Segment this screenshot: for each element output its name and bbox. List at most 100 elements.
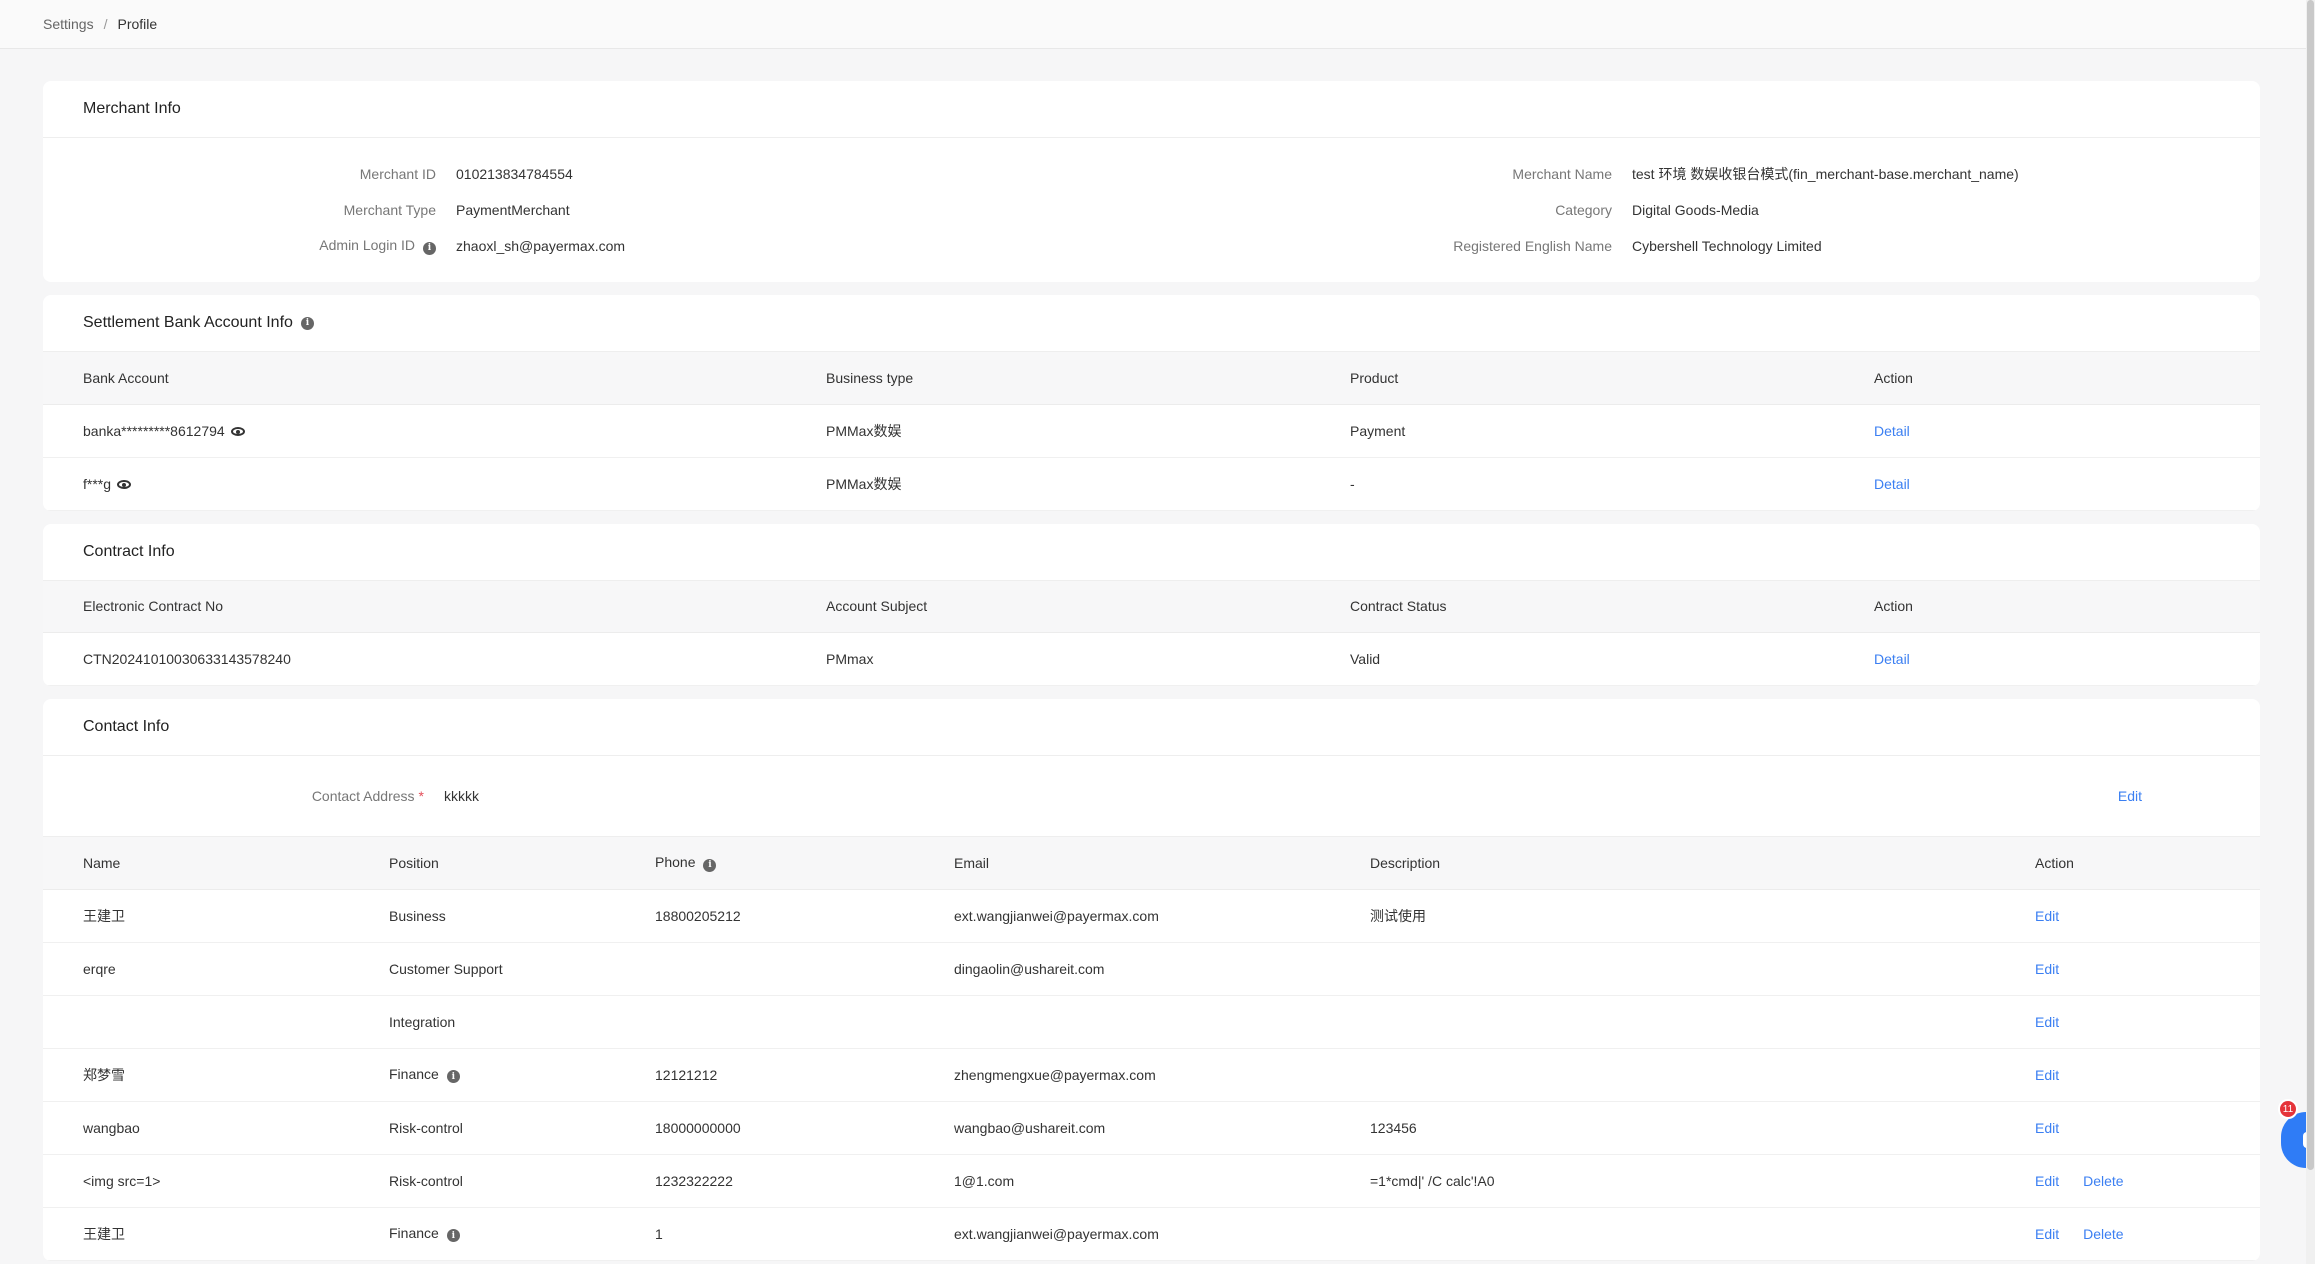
info-icon[interactable]: i [446, 1229, 460, 1243]
edit-link[interactable]: Edit [2035, 1226, 2059, 1242]
table-row: <img src=1> Risk-control 1232322222 1@1.… [43, 1154, 2260, 1208]
contact-name: wangbao [43, 1101, 389, 1155]
info-icon[interactable]: i [300, 316, 314, 330]
contact-phone [655, 942, 954, 996]
column-header: Electronic Contract No [43, 580, 826, 633]
contract-no: CTN20241010030633143578240 [43, 632, 826, 686]
product: Payment [1350, 404, 1874, 458]
edit-link[interactable]: Edit [2035, 1120, 2059, 1136]
column-header: Business type [826, 352, 1350, 405]
edit-link[interactable]: Edit [2035, 1014, 2059, 1030]
contact-description: 123456 [1370, 1101, 2035, 1155]
eye-icon[interactable] [230, 427, 245, 437]
edit-link[interactable]: Edit [2035, 908, 2059, 924]
breadcrumb-settings[interactable]: Settings [43, 16, 94, 32]
contact-description [1370, 942, 2035, 996]
merchant-info-title: Merchant Info [43, 81, 2260, 138]
bank-account: f***g [83, 475, 112, 492]
page-scrollbar[interactable] [2306, 0, 2315, 1264]
main-content: Merchant Info Merchant ID 010213834784554… [43, 81, 2260, 1264]
table-row: CTN20241010030633143578240 PMmax Valid D… [43, 632, 2260, 686]
merchant-info-card: Merchant Info Merchant ID 010213834784554… [43, 81, 2260, 282]
contact-description [1370, 995, 2035, 1049]
registered-name-value: Cybershell Technology Limited [1632, 238, 1822, 254]
contact-phone: 18000000000 [655, 1101, 954, 1155]
contact-description [1370, 1048, 2035, 1102]
edit-address-link[interactable]: Edit [2118, 788, 2142, 804]
contract-title: Contract Info [43, 524, 2260, 581]
merchant-name-label: Merchant Name [1512, 166, 1612, 182]
table-row: 王建卫 Business 18800205212 ext.wangjianwei… [43, 889, 2260, 943]
detail-link[interactable]: Detail [1874, 651, 1910, 667]
scrollbar-thumb[interactable] [2307, 0, 2314, 1170]
contact-name: <img src=1> [43, 1154, 389, 1208]
detail-link[interactable]: Detail [1874, 476, 1910, 492]
business-type: PMMax数娱 [826, 457, 1350, 511]
account-subject: PMmax [826, 632, 1350, 686]
registered-name-label: Registered English Name [1453, 238, 1612, 254]
contact-address-label-text: Contact Address [311, 788, 415, 804]
contact-phone: 1232322222 [655, 1154, 954, 1208]
admin-login-value: zhaoxl_sh@payermax.com [456, 238, 626, 254]
delete-link[interactable]: Delete [2083, 1226, 2123, 1242]
position-text: Finance [389, 1224, 439, 1241]
info-icon[interactable]: i [423, 241, 436, 255]
contact-position: Risk-control [389, 1154, 655, 1208]
contact-name: 王建卫 [43, 1207, 389, 1261]
contact-email: ext.wangjianwei@payermax.com [954, 889, 1370, 943]
column-header: Bank Account [43, 352, 826, 405]
merchant-id-value: 010213834784554 [456, 166, 573, 182]
contact-address-value: kkkkk [444, 788, 479, 804]
breadcrumb-separator: / [103, 16, 108, 32]
contact-address-label: Contact Address * [43, 788, 424, 804]
category-value: Digital Goods-Media [1632, 202, 1759, 218]
chat-notification-badge: 11 [2278, 1099, 2298, 1119]
contact-position: Finance i [389, 1207, 655, 1261]
contact-phone [655, 995, 954, 1049]
contact-description: =1*cmd|' /C calc'!A0 [1370, 1154, 2035, 1208]
edit-link[interactable]: Edit [2035, 961, 2059, 977]
info-icon[interactable]: i [446, 1070, 460, 1084]
contact-email: 1@1.com [954, 1154, 1370, 1208]
column-header: Email [954, 837, 1370, 890]
table-row: 郑梦雪 Finance i 12121212 zhengmengxue@payer… [43, 1048, 2260, 1102]
delete-link[interactable]: Delete [2083, 1173, 2123, 1189]
table-row: 王建卫 Finance i 1 ext.wangjianwei@payermax.… [43, 1207, 2260, 1261]
column-header: Product [1350, 352, 1874, 405]
contract-table: Electronic Contract No Account Subject C… [43, 580, 2260, 686]
breadcrumb: Settings / Profile [0, 0, 2315, 49]
contact-email: wangbao@ushareit.com [954, 1101, 1370, 1155]
table-row: banka*********8612794 PMMax数娱 Payment De… [43, 404, 2260, 458]
contact-position: Customer Support [389, 942, 655, 996]
column-header: Action [1874, 352, 2260, 405]
column-header: Name [43, 837, 389, 890]
contract-card: Contract Info Electronic Contract No Acc… [43, 523, 2260, 686]
business-type: PMMax数娱 [826, 404, 1350, 458]
contact-position: Business [389, 889, 655, 943]
edit-link[interactable]: Edit [2035, 1067, 2059, 1083]
contact-email: dingaolin@ushareit.com [954, 942, 1370, 996]
contact-description [1370, 1207, 2035, 1261]
contact-phone: 18800205212 [655, 889, 954, 943]
bank-account: banka*********8612794 [83, 422, 225, 439]
product: - [1350, 457, 1874, 511]
column-header: Position [389, 837, 655, 890]
column-header: Description [1370, 837, 2035, 890]
position-text: Finance [389, 1065, 439, 1082]
contact-email [954, 995, 1370, 1049]
edit-link[interactable]: Edit [2035, 1173, 2059, 1189]
contact-card: Contact Info Contact Address * kkkkk Edit… [43, 699, 2260, 1261]
merchant-name-value: test 环境 数娱收银台模式(fin_merchant-base.mercha… [1632, 166, 2019, 182]
column-header: Action [2035, 837, 2260, 890]
info-icon[interactable]: i [703, 858, 717, 872]
column-header: Account Subject [826, 580, 1350, 633]
contact-name [43, 995, 389, 1049]
detail-link[interactable]: Detail [1874, 423, 1910, 439]
contact-description: 测试使用 [1370, 889, 2035, 943]
eye-icon[interactable] [117, 480, 132, 490]
admin-login-label-text: Admin Login ID [319, 237, 415, 254]
contact-position: Integration [389, 995, 655, 1049]
settlement-title: Settlement Bank Account Info i [43, 295, 2260, 352]
merchant-type-value: PaymentMerchant [456, 202, 570, 218]
category-label: Category [1555, 202, 1612, 218]
